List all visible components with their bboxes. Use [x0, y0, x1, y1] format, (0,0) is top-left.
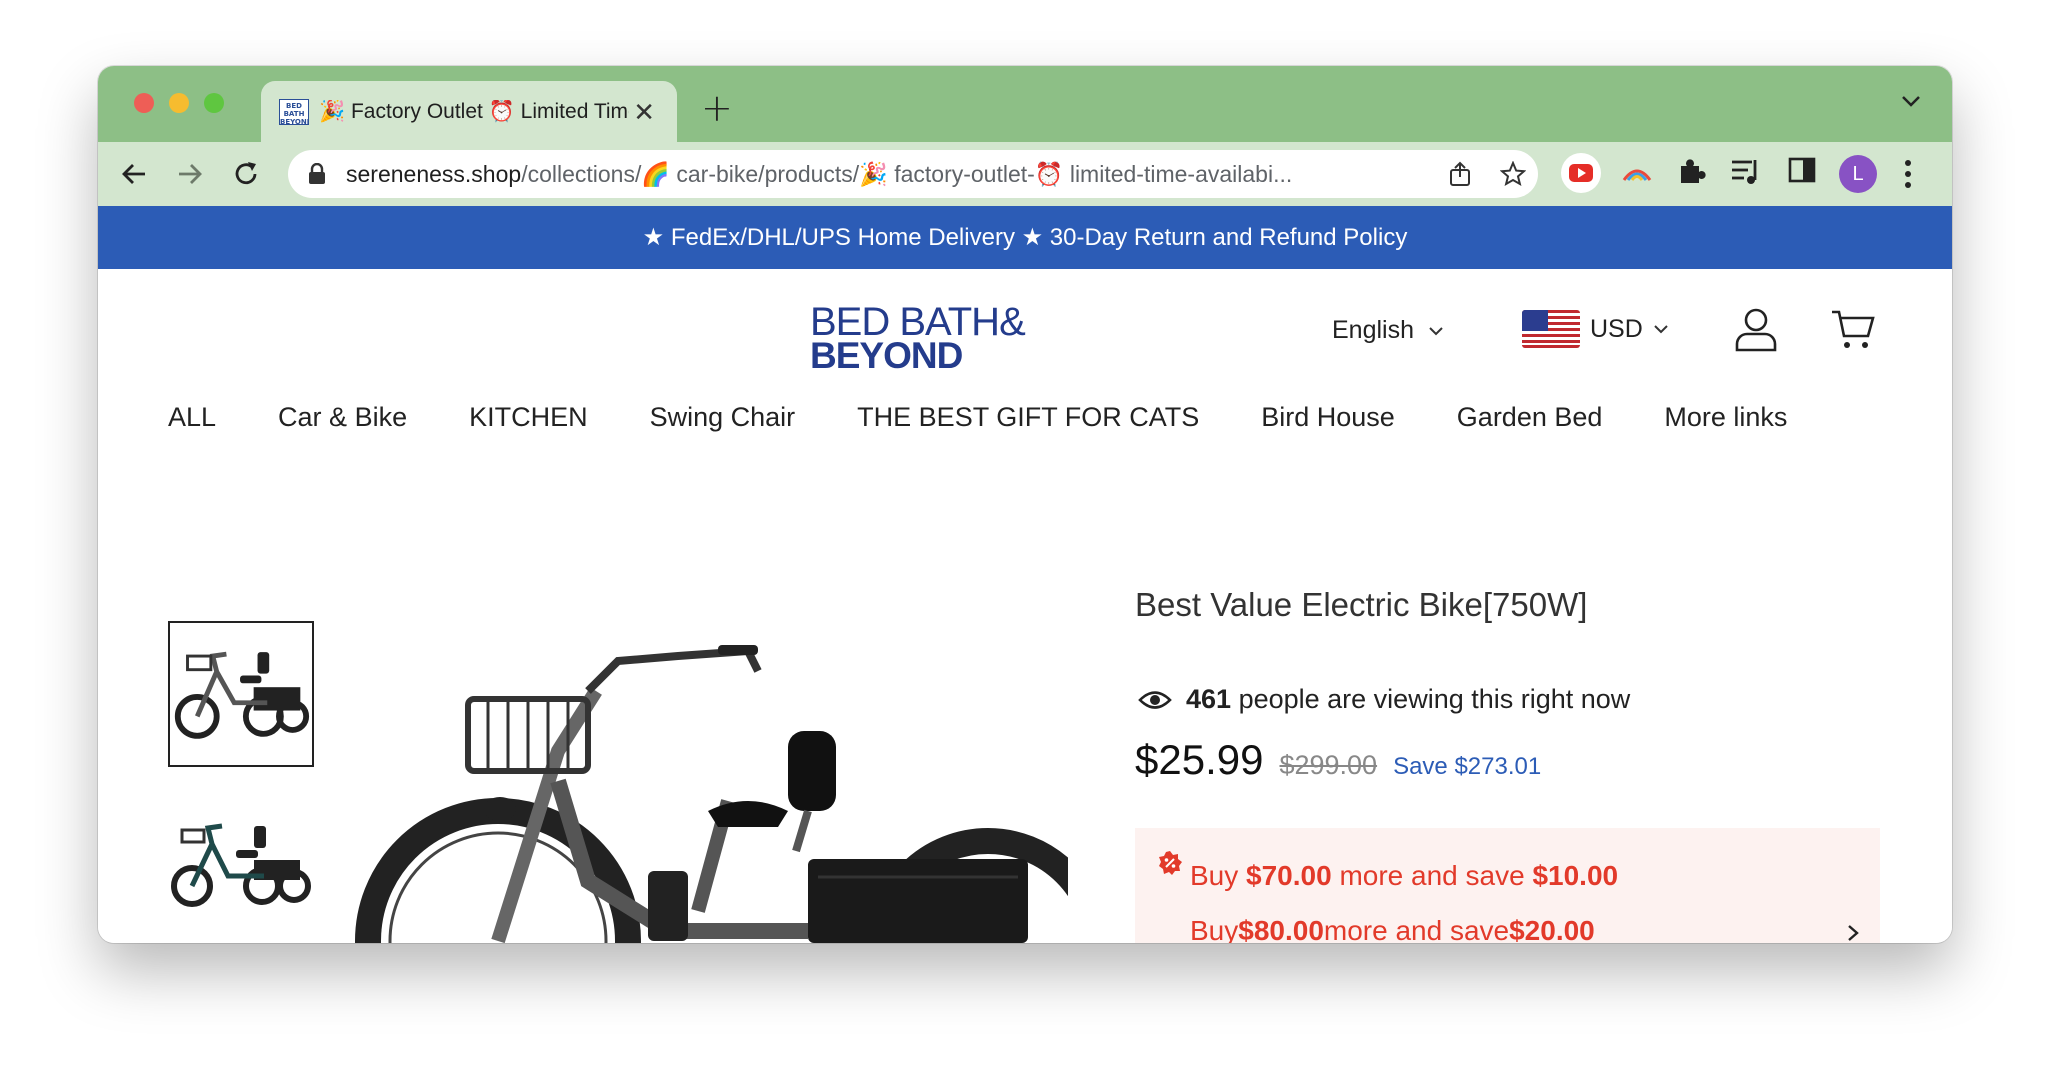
browser-window: BED BATH BEYOND 🎉 Factory Outlet ⏰ Limit…	[98, 66, 1952, 943]
sale-price: $25.99	[1135, 736, 1264, 783]
bookmark-star-icon[interactable]	[1500, 161, 1526, 187]
extensions-puzzle-icon[interactable]	[1676, 156, 1706, 186]
viewers-text: people are viewing this right now	[1238, 684, 1631, 714]
maximize-window-button[interactable]	[204, 93, 224, 113]
tab-close-icon[interactable]: ✕	[633, 98, 655, 128]
lock-icon[interactable]	[308, 163, 326, 185]
volume-discount-box[interactable]: Buy $70.00 more and save $10.00 Buy$80.0…	[1135, 828, 1880, 943]
currency-selector[interactable]: USD	[1522, 310, 1669, 348]
store-logo[interactable]: BED BATH& BEYOND	[810, 302, 1026, 374]
main-navigation: ALL Car & Bike KITCHEN Swing Chair THE B…	[168, 402, 1849, 433]
compare-at-price: $299.00	[1279, 750, 1378, 780]
product-title: Best Value Electric Bike[750W]	[1135, 586, 1588, 623]
chevron-right-icon[interactable]	[1847, 924, 1859, 942]
discount-badge-icon	[1159, 851, 1182, 875]
reload-icon[interactable]	[232, 160, 260, 188]
product-main-image[interactable]	[348, 631, 1068, 943]
tab-title: 🎉 Factory Outlet ⏰ Limited Time Availabi…	[319, 99, 629, 123]
nav-item-bird-house[interactable]: Bird House	[1261, 402, 1395, 433]
currency-label: USD	[1590, 314, 1643, 343]
browser-titlebar: BED BATH BEYOND 🎉 Factory Outlet ⏰ Limit…	[98, 66, 1952, 142]
promo-tier-1: Buy $70.00 more and save $10.00	[1190, 860, 1619, 891]
share-icon[interactable]	[1448, 161, 1472, 187]
savings-label: Save $273.01	[1393, 753, 1542, 780]
us-flag-icon	[1522, 310, 1580, 348]
nav-item-car-bike[interactable]: Car & Bike	[278, 402, 407, 433]
reading-list-icon[interactable]	[1730, 156, 1762, 186]
profile-avatar[interactable]: L	[1839, 155, 1877, 193]
browser-menu-kebab-icon[interactable]	[1904, 159, 1912, 189]
tab-search-chevron-icon[interactable]	[1900, 94, 1922, 108]
promo-tier-2: Buy$80.00more and save$20.00	[1190, 915, 1595, 943]
nav-item-garden-bed[interactable]: Garden Bed	[1457, 402, 1603, 433]
side-panel-icon[interactable]	[1788, 156, 1816, 184]
rainbow-extension-icon[interactable]	[1620, 156, 1654, 190]
viewers-count: 461	[1186, 684, 1232, 714]
chevron-down-icon	[1654, 325, 1668, 334]
account-icon[interactable]	[1734, 306, 1778, 352]
url-text[interactable]: sereneness.shop/collections/🌈 car-bike/p…	[346, 161, 1292, 188]
nav-item-more-links[interactable]: More links	[1664, 402, 1787, 433]
eye-icon	[1138, 690, 1172, 709]
product-thumbnail-1[interactable]	[168, 621, 314, 767]
web-page: ★ FedEx/DHL/UPS Home Delivery ★ 30-Day R…	[98, 206, 1952, 943]
language-selector[interactable]: English	[1332, 316, 1444, 345]
chevron-down-icon	[1429, 326, 1443, 335]
forward-arrow-icon[interactable]	[176, 160, 204, 188]
announcement-bar: ★ FedEx/DHL/UPS Home Delivery ★ 30-Day R…	[98, 206, 1952, 269]
back-arrow-icon[interactable]	[120, 160, 148, 188]
youtube-extension-icon[interactable]	[1560, 152, 1602, 194]
new-tab-button[interactable]: +	[701, 86, 733, 130]
language-label: English	[1332, 316, 1414, 344]
close-window-button[interactable]	[134, 93, 154, 113]
price-row: $25.99 $299.00 Save $273.01	[1135, 736, 1541, 784]
browser-tab-active[interactable]: BED BATH BEYOND 🎉 Factory Outlet ⏰ Limit…	[261, 81, 677, 142]
minimize-window-button[interactable]	[169, 93, 189, 113]
nav-item-swing-chair[interactable]: Swing Chair	[650, 402, 796, 433]
tab-favicon-icon: BED BATH BEYOND	[279, 98, 309, 125]
live-viewers: 461 people are viewing this right now	[1138, 684, 1630, 715]
address-bar[interactable]: sereneness.shop/collections/🌈 car-bike/p…	[288, 150, 1538, 198]
nav-item-kitchen[interactable]: KITCHEN	[469, 402, 588, 433]
product-thumbnail-2[interactable]	[168, 806, 314, 926]
cart-icon[interactable]	[1830, 306, 1876, 352]
nav-item-best-gift-for-cats[interactable]: THE BEST GIFT FOR CATS	[857, 402, 1199, 433]
nav-item-all[interactable]: ALL	[168, 402, 216, 433]
browser-toolbar: sereneness.shop/collections/🌈 car-bike/p…	[98, 142, 1952, 206]
